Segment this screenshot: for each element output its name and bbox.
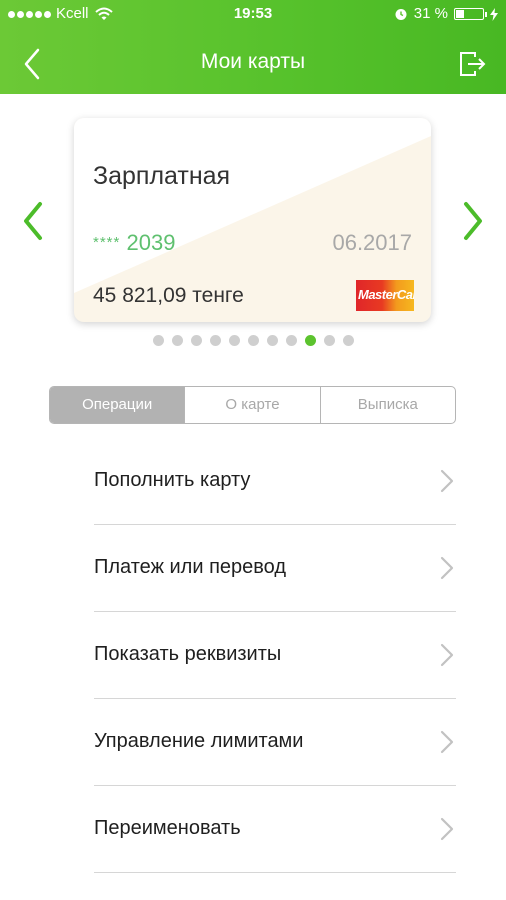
menu-item-show-details[interactable]: Показать реквизиты xyxy=(94,612,456,699)
navigation-bar: Мои карты xyxy=(0,28,506,94)
carousel-dot[interactable] xyxy=(285,335,297,346)
menu-item-rename[interactable]: Переименовать xyxy=(94,786,456,873)
tab-statement[interactable]: Выписка xyxy=(319,387,455,423)
logout-icon[interactable] xyxy=(456,48,488,80)
menu-item-payment-or-transfer[interactable]: Платеж или перевод xyxy=(94,525,456,612)
menu-item-label: Платеж или перевод xyxy=(94,556,287,578)
charging-bolt-icon xyxy=(490,7,498,21)
mastercard-logo: MasterCard xyxy=(356,280,414,311)
battery-percent: 31 % xyxy=(413,5,448,22)
chevron-right-icon xyxy=(440,643,454,667)
card-number-last-digits: 2039 xyxy=(126,230,176,255)
card-tabs: Операции О карте Выписка xyxy=(49,386,456,424)
menu-item-top-up-card[interactable]: Пополнить карту xyxy=(94,438,456,525)
tab-about-card[interactable]: О карте xyxy=(184,387,319,423)
carousel-dot[interactable] xyxy=(228,335,240,346)
battery-level xyxy=(456,10,464,18)
tab-operations[interactable]: Операции xyxy=(50,387,185,423)
carousel-dot[interactable] xyxy=(304,335,316,346)
next-card-chevron-icon[interactable] xyxy=(458,200,488,242)
alarm-icon xyxy=(395,9,407,20)
chevron-right-icon xyxy=(440,817,454,841)
bank-card[interactable]: Зарплатная **** 2039 06.2017 45 821,09 т… xyxy=(74,118,431,322)
chevron-right-icon xyxy=(440,730,454,754)
card-expiry: 06.2017 xyxy=(332,230,412,255)
menu-item-label: Переименовать xyxy=(94,817,241,839)
card-number-mask: **** xyxy=(93,234,121,251)
carousel-pagination xyxy=(0,335,506,346)
menu-item-label: Управление лимитами xyxy=(94,730,304,752)
menu-item-manage-limits[interactable]: Управление лимитами xyxy=(94,699,456,786)
carousel-dot[interactable] xyxy=(247,335,259,346)
battery-icon xyxy=(454,8,487,20)
carousel-dot[interactable] xyxy=(323,335,335,346)
menu-item-label: Показать реквизиты xyxy=(94,643,282,665)
operations-menu: Пополнить карту Платеж или перевод Показ… xyxy=(94,438,456,873)
previous-card-chevron-icon[interactable] xyxy=(18,200,48,242)
app-header: Kcell 19:53 31 % Мои карты xyxy=(0,0,506,94)
page-title: Мои карты xyxy=(200,50,306,73)
chevron-right-icon xyxy=(440,556,454,580)
carousel-dot[interactable] xyxy=(190,335,202,346)
status-bar: Kcell 19:53 31 % xyxy=(0,0,506,28)
card-name: Зарплатная xyxy=(93,162,231,190)
card-number: **** 2039 xyxy=(93,230,175,256)
chevron-right-icon xyxy=(440,469,454,493)
card-balance: 45 821,09 тенге xyxy=(93,284,244,307)
menu-item-label: Пополнить карту xyxy=(94,469,251,491)
carousel-dot[interactable] xyxy=(152,335,164,346)
carousel-dot[interactable] xyxy=(266,335,278,346)
carousel-dot[interactable] xyxy=(171,335,183,346)
carousel-dot[interactable] xyxy=(209,335,221,346)
carousel-dot[interactable] xyxy=(342,335,354,346)
